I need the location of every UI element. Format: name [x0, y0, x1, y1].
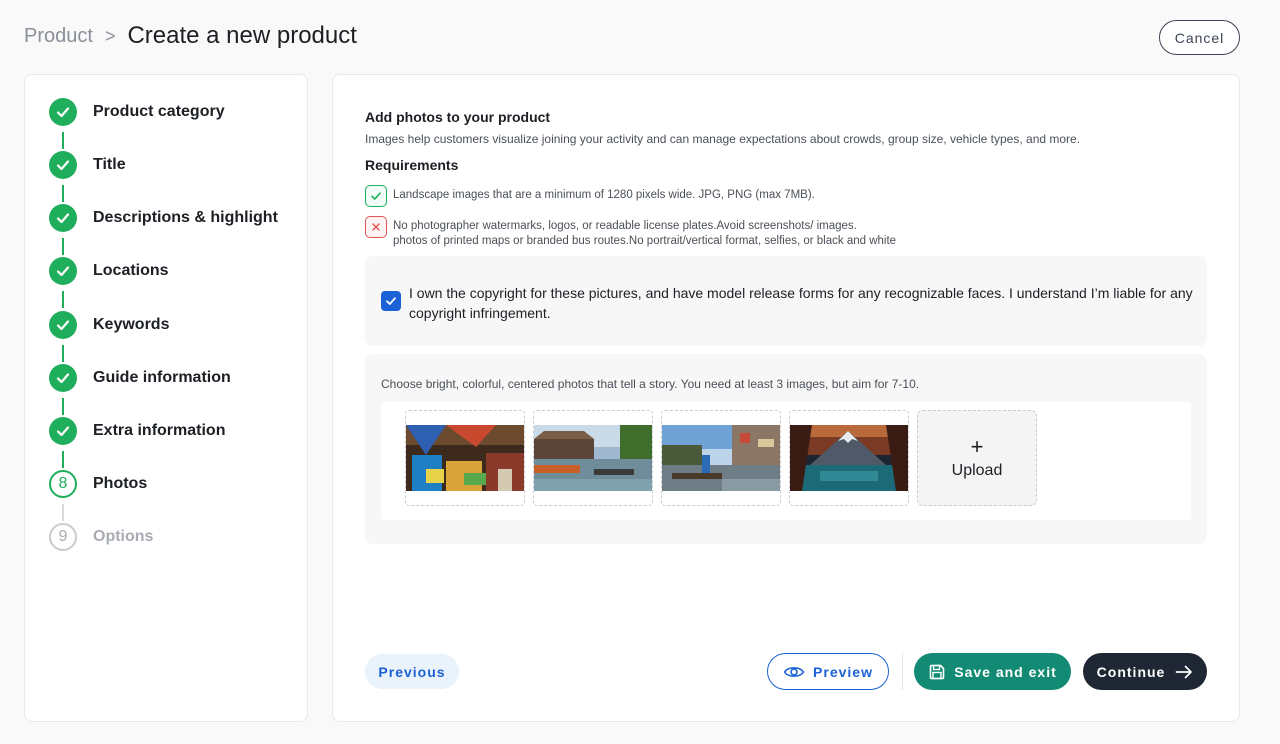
- button-divider: [902, 653, 903, 690]
- step-photos[interactable]: 8 Photos: [49, 470, 147, 498]
- step-descriptions[interactable]: Descriptions & highlight: [49, 204, 278, 232]
- step-connector: [62, 238, 64, 255]
- requirement-line: No photographer watermarks, logos, or re…: [393, 220, 857, 232]
- photo-thumbnail-river-boats[interactable]: [533, 410, 653, 506]
- requirement-line: photos of printed maps or branded bus ro…: [393, 235, 897, 247]
- step-label: Guide information: [93, 369, 231, 386]
- canal-photo: [662, 425, 780, 491]
- step-keywords[interactable]: Keywords: [49, 311, 169, 339]
- check-icon: [49, 151, 77, 179]
- step-label: Descriptions & highlight: [93, 209, 278, 226]
- photo-upload-area: Choose bright, colorful, centered photos…: [365, 354, 1207, 544]
- step-label: Title: [93, 156, 126, 173]
- plus-icon: +: [970, 434, 984, 459]
- check-icon: [49, 311, 77, 339]
- copyright-checkbox[interactable]: [381, 291, 401, 311]
- section-title: Add photos to your product: [365, 109, 551, 125]
- step-options[interactable]: 9 Options: [49, 523, 153, 551]
- step-connector: [62, 504, 64, 521]
- close-icon: [365, 216, 387, 238]
- previous-button[interactable]: Previous: [365, 654, 459, 689]
- check-icon: [49, 204, 77, 232]
- step-connector: [62, 132, 64, 149]
- continue-button[interactable]: Continue: [1083, 653, 1207, 690]
- check-icon: [49, 257, 77, 285]
- step-label: Photos: [93, 475, 148, 492]
- step-label: Extra information: [93, 422, 226, 439]
- step-label: Options: [93, 528, 154, 545]
- upload-button[interactable]: + Upload: [917, 410, 1037, 506]
- breadcrumb-separator: >: [104, 25, 116, 46]
- step-label: Locations: [93, 262, 169, 279]
- market-photo: [406, 425, 524, 491]
- copyright-consent: I own the copyright for these pictures, …: [365, 256, 1207, 346]
- step-number-badge: 9: [49, 523, 77, 551]
- step-connector: [62, 451, 64, 468]
- step-title[interactable]: Title: [49, 151, 126, 179]
- step-connector: [62, 185, 64, 202]
- page-header: Product > Create a new product: [24, 22, 357, 50]
- save-icon: [928, 663, 946, 681]
- step-label: Product category: [93, 103, 225, 120]
- preview-label: Preview: [813, 663, 873, 680]
- save-and-exit-button[interactable]: Save and exit: [914, 653, 1071, 690]
- requirement-text: No photographer watermarks, logos, or re…: [393, 216, 896, 249]
- step-guide-information[interactable]: Guide information: [49, 364, 231, 392]
- step-connector: [62, 398, 64, 415]
- requirement-allowed: Landscape images that are a minimum of 1…: [365, 185, 815, 207]
- breadcrumb-product[interactable]: Product: [24, 25, 93, 48]
- requirement-disallowed: No photographer watermarks, logos, or re…: [365, 216, 896, 249]
- requirement-text: Landscape images that are a minimum of 1…: [393, 189, 815, 201]
- photo-thumbnail-market[interactable]: [405, 410, 525, 506]
- requirements-title: Requirements: [365, 157, 459, 173]
- photo-strip: + Upload: [381, 402, 1191, 520]
- check-icon: [49, 98, 77, 126]
- page-title: Create a new product: [127, 22, 357, 49]
- check-icon: [49, 417, 77, 445]
- step-label: Keywords: [93, 316, 170, 333]
- step-product-category[interactable]: Product category: [49, 98, 225, 126]
- photo-thumbnail-canal[interactable]: [661, 410, 781, 506]
- photo-thumbnail-mountain[interactable]: [789, 410, 909, 506]
- copyright-consent-text[interactable]: I own the copyright for these pictures, …: [409, 283, 1195, 323]
- check-icon: [49, 364, 77, 392]
- stepper-sidebar: Product category Title Descriptions & hi…: [24, 74, 308, 722]
- cancel-button[interactable]: Cancel: [1159, 20, 1240, 55]
- step-number-badge: 8: [49, 470, 77, 498]
- step-extra-information[interactable]: Extra information: [49, 417, 225, 445]
- arrow-right-icon: [1175, 665, 1193, 679]
- mountain-photo: [790, 425, 908, 491]
- step-locations[interactable]: Locations: [49, 257, 169, 285]
- eye-icon: [783, 665, 805, 679]
- save-label: Save and exit: [954, 663, 1057, 680]
- photos-panel: Add photos to your product Images help c…: [332, 74, 1240, 722]
- preview-button[interactable]: Preview: [767, 653, 889, 690]
- step-connector: [62, 291, 64, 308]
- upload-label: Upload: [951, 462, 1003, 479]
- check-icon: [365, 185, 387, 207]
- photos-hint: Choose bright, colorful, centered photos…: [381, 377, 920, 391]
- section-description: Images help customers visualize joining …: [365, 132, 1081, 146]
- step-connector: [62, 345, 64, 362]
- continue-label: Continue: [1096, 663, 1166, 680]
- river-photo: [534, 425, 652, 491]
